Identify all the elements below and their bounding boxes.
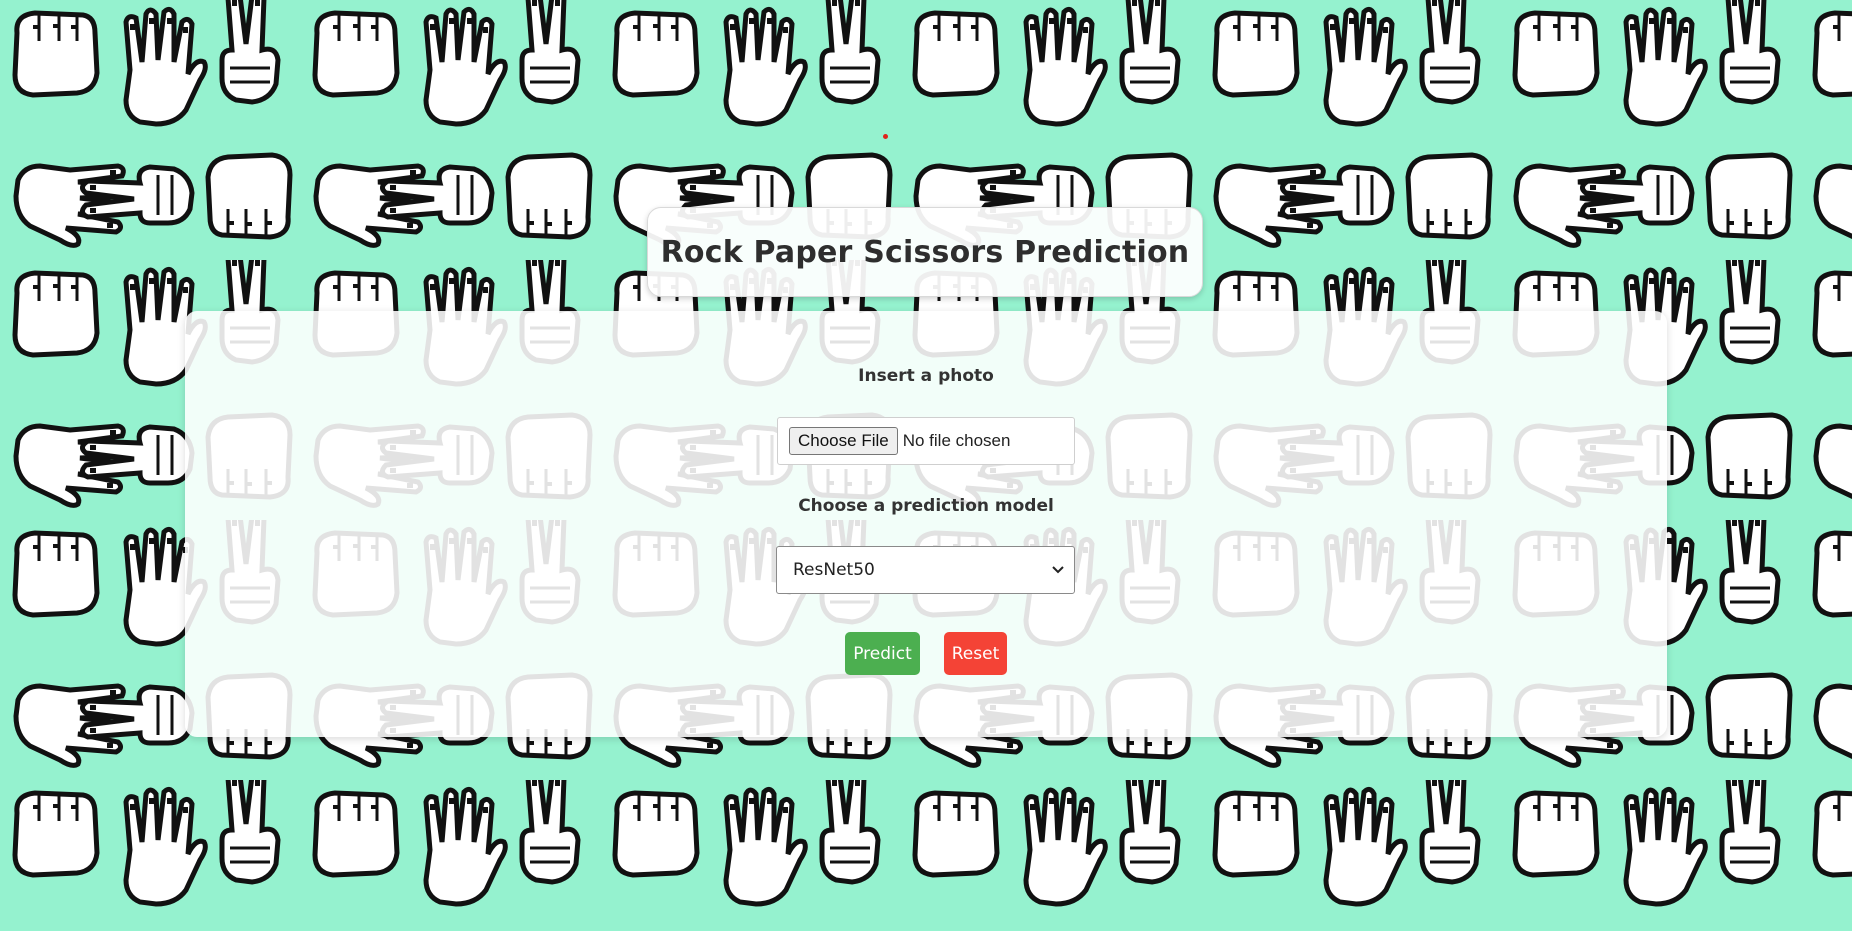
insert-photo-label: Insert a photo xyxy=(858,366,994,386)
model-select-dropdown[interactable]: ResNet50 xyxy=(776,546,1075,594)
predict-button[interactable]: Predict xyxy=(845,632,920,675)
model-select-value: ResNet50 xyxy=(793,560,875,580)
file-status-text: No file chosen xyxy=(902,431,1011,450)
choose-file-button[interactable]: Choose File xyxy=(789,427,898,455)
title-card: Rock Paper Scissors Prediction xyxy=(647,207,1203,297)
reset-button[interactable]: Reset xyxy=(944,632,1007,675)
prediction-form-card: Insert a photo Choose File No file chose… xyxy=(185,311,1667,737)
file-upload-input[interactable]: Choose File No file chosen xyxy=(777,417,1075,465)
page-title: Rock Paper Scissors Prediction xyxy=(660,234,1190,270)
prediction-model-label: Choose a prediction model xyxy=(798,496,1054,516)
chevron-down-icon xyxy=(1052,566,1064,574)
mouse-cursor-indicator xyxy=(883,134,888,139)
